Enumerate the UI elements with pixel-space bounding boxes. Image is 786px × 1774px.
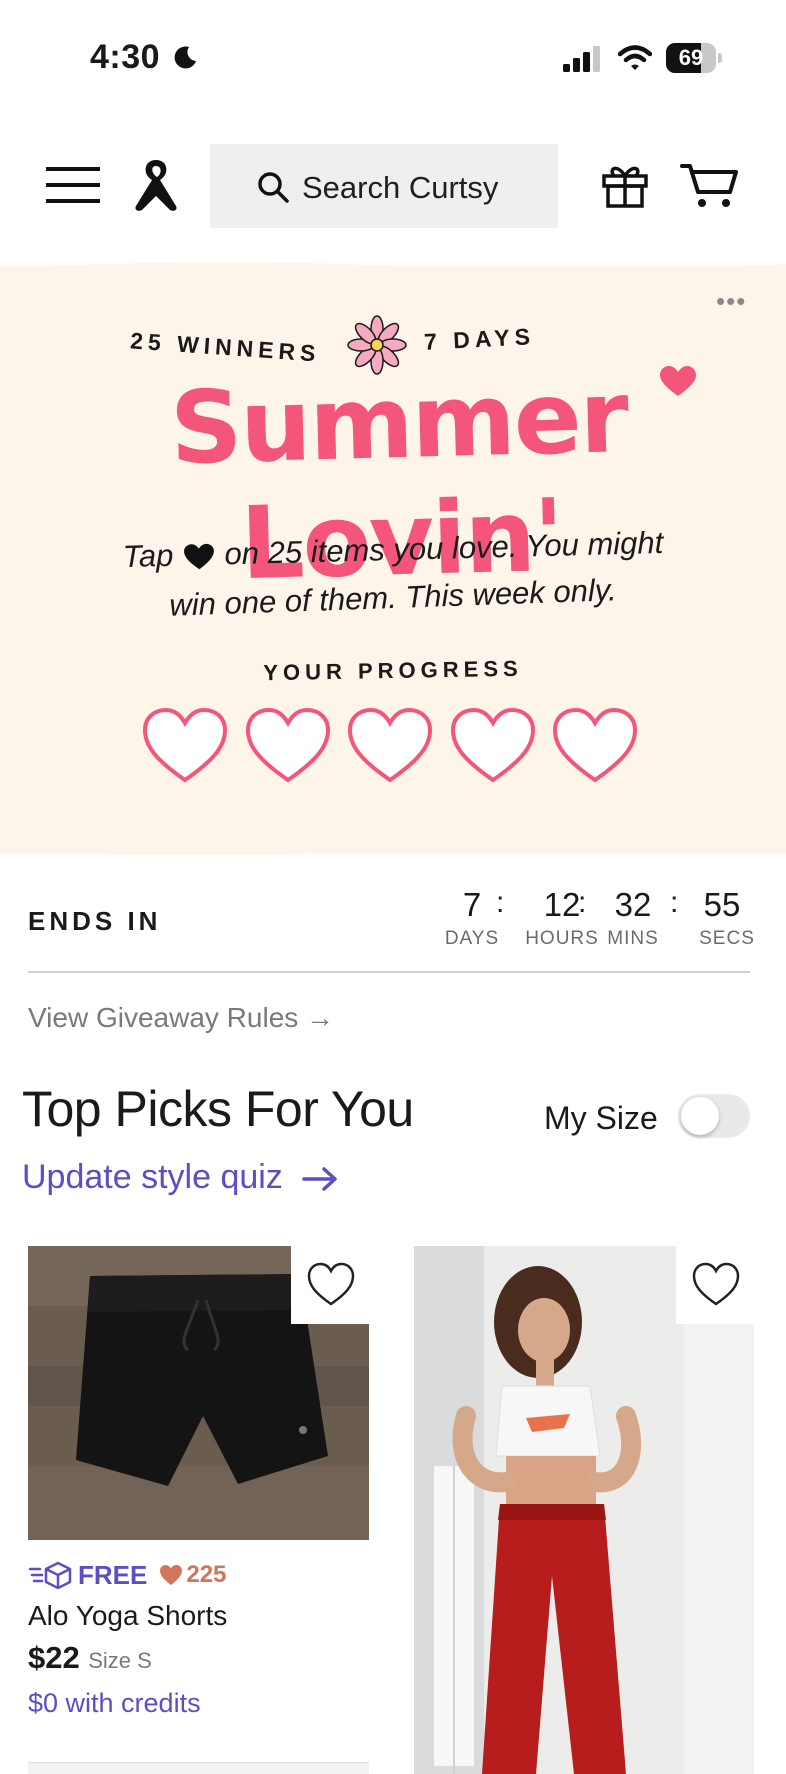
divider <box>28 971 750 973</box>
progress-heart-icon <box>347 707 433 783</box>
progress-hearts <box>140 706 640 796</box>
countdown-secs: 55 <box>703 886 741 923</box>
status-bar: 4:30 69 <box>0 0 786 110</box>
countdown-days-label: DAYS <box>444 928 500 949</box>
credits-price: $0 with credits <box>28 1688 201 1718</box>
countdown-hours: 12 <box>543 886 581 923</box>
progress-heart-icon <box>142 707 228 783</box>
product-price: $22 <box>28 1640 80 1675</box>
countdown-mins: 32 <box>614 886 652 923</box>
moon-icon <box>174 46 196 69</box>
heart-icon <box>660 366 696 396</box>
banner-bottom-edge <box>0 842 786 855</box>
heart-outline-icon <box>692 1262 740 1306</box>
countdown-mins-label: MINS <box>607 928 659 949</box>
heart-outline-icon <box>307 1262 355 1306</box>
search-input[interactable]: Search Curtsy <box>210 144 558 228</box>
ends-in-label: ENDS IN <box>28 906 162 936</box>
wifi-icon <box>618 45 652 70</box>
curtsy-logo-icon[interactable] <box>130 156 182 214</box>
status-time: 4:30 <box>90 38 161 76</box>
next-product-card[interactable] <box>28 1762 369 1774</box>
shipping-label: FREE <box>78 1559 148 1590</box>
progress-heart-icon <box>552 707 638 783</box>
duration-tag: 7 DAYS <box>423 323 536 355</box>
my-size-label: My Size <box>544 1100 658 1136</box>
battery-indicator: 69 <box>666 43 722 73</box>
winners-count: 25 WINNERS <box>129 327 322 367</box>
product-image[interactable] <box>414 1246 754 1774</box>
giveaway-rules-link[interactable]: View Giveaway Rules → <box>28 1002 334 1034</box>
product-photo-model <box>414 1246 754 1774</box>
more-options-icon[interactable]: ••• <box>716 288 746 314</box>
product-name: Alo Yoga Shorts <box>28 1600 228 1631</box>
giveaway-banner[interactable]: ••• 25 WINNERS 7 DAYS Summer Lovin' Tap … <box>0 262 786 855</box>
price-row: $22 Size S <box>28 1640 152 1676</box>
shipping-row: FREE 225 <box>28 1558 226 1592</box>
cart-icon[interactable] <box>680 162 740 210</box>
likes-count: 225 <box>186 1561 227 1588</box>
search-icon <box>258 172 289 203</box>
like-button[interactable] <box>291 1246 369 1324</box>
toggle-knob <box>681 1097 719 1135</box>
banner-top-edge <box>0 262 786 278</box>
my-size-toggle[interactable] <box>678 1094 750 1138</box>
progress-label: YOUR PROGRESS <box>263 655 523 686</box>
arrow-right-icon <box>302 1167 338 1191</box>
search-placeholder: Search Curtsy <box>302 170 499 205</box>
cellular-signal-icon <box>563 46 600 72</box>
gift-icon[interactable] <box>600 160 650 210</box>
section-title: Top Picks For You <box>22 1081 414 1137</box>
battery-percent: 69 <box>678 45 704 70</box>
countdown-timer: 7 DAYS : 12 HOURS : 32 MINS : 55 SECS <box>432 886 762 956</box>
countdown-secs-label: SECS <box>699 928 755 949</box>
heart-icon <box>160 1565 183 1585</box>
like-button[interactable] <box>676 1246 754 1324</box>
progress-heart-icon <box>245 707 330 783</box>
product-size: Size S <box>88 1648 152 1673</box>
progress-heart-icon <box>450 707 535 783</box>
hamburger-menu-icon[interactable] <box>46 165 100 205</box>
update-style-quiz-link[interactable]: Update style quiz <box>22 1158 338 1197</box>
app-header: Search Curtsy <box>0 140 786 230</box>
heart-icon <box>183 543 214 570</box>
shipping-box-icon <box>28 1561 72 1589</box>
